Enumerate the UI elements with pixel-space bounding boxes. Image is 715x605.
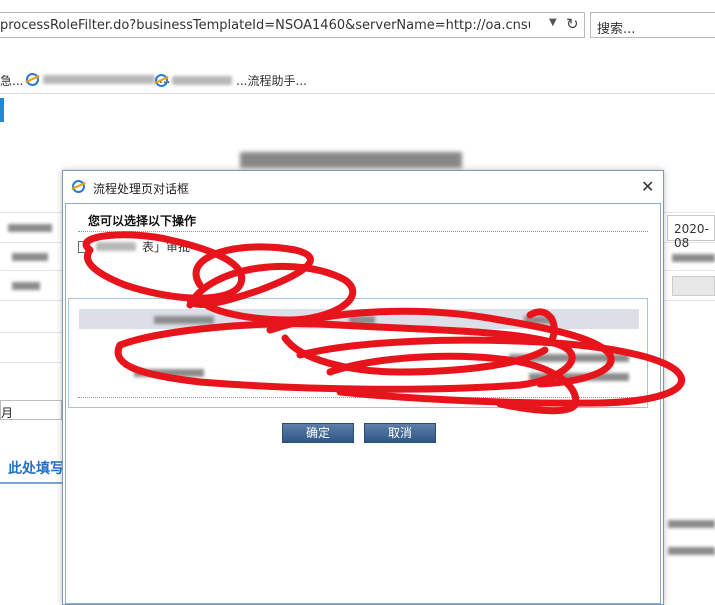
option-row[interactable]: 表」审批 <box>78 238 190 255</box>
section-underline <box>0 482 62 484</box>
page-tab-marker[interactable] <box>0 98 4 122</box>
address-bar[interactable]: processRoleFilter.do?businessTemplateId=… <box>0 12 585 38</box>
date-field[interactable]: 2020-08 <box>667 215 715 250</box>
redacted-value <box>668 520 715 528</box>
month-label: 月 <box>1 406 14 420</box>
row-divider <box>0 332 62 333</box>
redacted-label <box>12 282 40 290</box>
row-divider <box>0 362 62 363</box>
approver-grid <box>68 298 648 408</box>
refresh-icon[interactable]: ↻ <box>566 15 579 33</box>
dialog-titlebar[interactable]: 流程处理页对话框 ✕ <box>63 171 663 203</box>
redacted-cell <box>349 316 375 324</box>
favorites-bar: 急... ... ...流程助手... <box>0 64 715 94</box>
favorite-item-3[interactable]: ...流程助手... <box>155 72 307 89</box>
close-icon[interactable]: ✕ <box>641 177 654 196</box>
process-dialog: 流程处理页对话框 ✕ 您可以选择以下操作 表」审批 确定 取消 <box>62 170 664 605</box>
row-divider <box>0 270 62 271</box>
favorite-label: 急... <box>0 74 24 88</box>
redacted-cell <box>509 354 629 362</box>
row-divider <box>0 242 62 243</box>
page-title-redacted <box>240 152 462 168</box>
favorite-item-1[interactable]: 急... <box>0 72 23 89</box>
dropdown-arrow-icon[interactable]: ▼ <box>549 17 557 28</box>
ie-icon <box>72 180 85 193</box>
blurred-favorite-label <box>43 74 155 84</box>
cancel-button[interactable]: 取消 <box>364 423 436 443</box>
blurred-favorite-label <box>172 76 232 85</box>
option-checkbox[interactable] <box>78 240 90 253</box>
dialog-body: 您可以选择以下操作 表」审批 确定 取消 <box>65 203 661 604</box>
redacted-cell <box>134 369 204 377</box>
redacted-value <box>668 547 715 555</box>
ie-icon <box>26 72 39 86</box>
dotted-divider <box>78 397 648 398</box>
redacted-label <box>12 253 48 261</box>
date-value: 2020-08 <box>674 222 709 250</box>
dotted-divider <box>78 231 648 232</box>
favorite-label: ...流程助手... <box>236 74 307 88</box>
dialog-prompt: 您可以选择以下操作 <box>88 214 197 228</box>
redacted-label <box>8 224 52 232</box>
redacted-cell <box>524 316 554 324</box>
section-heading: 此处填写 <box>8 461 64 477</box>
favorite-item-2[interactable]: ... <box>26 72 170 86</box>
row-divider <box>664 300 715 301</box>
row-divider <box>664 212 715 213</box>
search-placeholder: 搜索... <box>597 22 636 37</box>
row-divider <box>0 300 62 301</box>
redacted-cell <box>154 316 214 324</box>
url-text[interactable]: processRoleFilter.do?businessTemplateId=… <box>0 18 530 33</box>
dialog-title: 流程处理页对话框 <box>93 182 190 196</box>
ie-icon <box>155 74 168 87</box>
ok-button[interactable]: 确定 <box>282 423 354 443</box>
readonly-input[interactable] <box>672 276 715 296</box>
month-field[interactable]: 月 <box>0 400 62 420</box>
redacted-cell <box>529 373 629 381</box>
redacted-value <box>672 254 715 262</box>
option-label: 表」审批 <box>142 240 191 254</box>
redacted-option-text <box>96 242 136 251</box>
row-divider <box>0 212 62 213</box>
row-divider <box>664 270 715 271</box>
search-input[interactable]: 搜索... <box>590 12 715 38</box>
